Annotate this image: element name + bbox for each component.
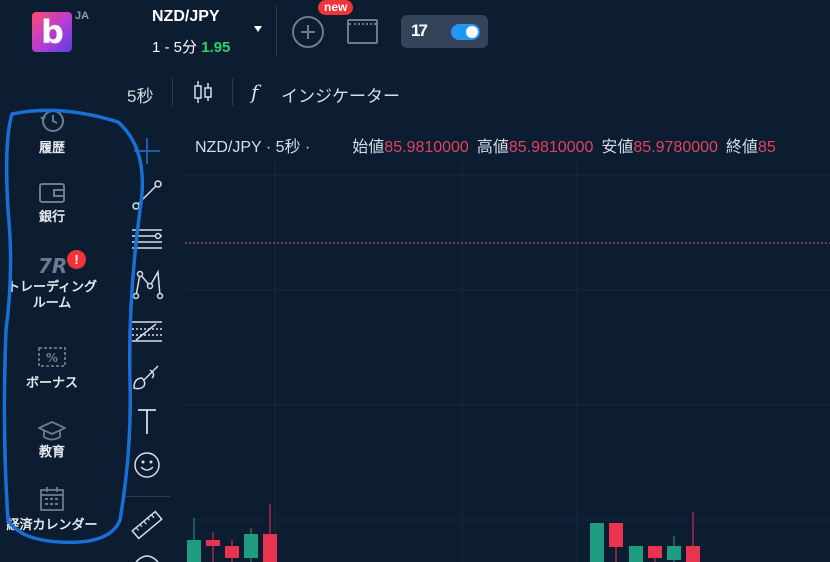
crosshair-icon[interactable] xyxy=(130,134,164,168)
candle-body xyxy=(244,534,258,558)
candle-body xyxy=(609,523,623,547)
candle-body xyxy=(667,546,681,560)
chart-legend: NZD/JPY · 5秒 · 始値85.9810000 高値85.9810000 安値… xyxy=(195,133,784,157)
legend-close-label: 終値 xyxy=(725,139,758,156)
nav-education-label: 教育 xyxy=(38,445,65,460)
candle-body xyxy=(263,534,277,562)
nav-calendar-label: 経済カレンダー xyxy=(6,518,98,533)
alert-badge: ! xyxy=(67,250,86,269)
toggle-switch[interactable] xyxy=(451,24,480,40)
tradingview-toggle[interactable]: 17 xyxy=(401,15,488,48)
graduation-cap-icon xyxy=(38,421,66,441)
divider xyxy=(232,78,233,106)
trend-line-icon[interactable] xyxy=(130,178,164,212)
chart-grid xyxy=(185,160,830,562)
candle-body xyxy=(686,546,700,562)
svg-text:7R: 7R xyxy=(38,254,66,278)
nav-trading-room[interactable]: 7R トレーディング ルーム xyxy=(0,252,104,316)
trading-room-label-text: トレーディング ルーム xyxy=(6,280,98,311)
nav-bank-label: 銀行 xyxy=(38,210,65,225)
asset-info: 1 - 5分 1.95 xyxy=(152,36,230,57)
text-icon[interactable] xyxy=(130,404,164,438)
chevron-down-icon[interactable] xyxy=(254,26,262,32)
pattern-icon[interactable] xyxy=(130,268,164,302)
horizontal-lines-icon[interactable] xyxy=(130,222,164,256)
interval-selector[interactable]: 5秒 xyxy=(127,82,153,107)
candle-body xyxy=(187,540,201,562)
nav-education[interactable]: 教育 xyxy=(0,418,104,466)
legend-open-value: 85.9810000 xyxy=(384,139,469,156)
candle-body xyxy=(225,546,239,558)
nav-history[interactable]: 履歴 xyxy=(0,108,104,160)
nav-bonus-label: ボーナス xyxy=(25,376,78,391)
nav-bank[interactable]: 銀行 xyxy=(0,180,104,228)
candle-body xyxy=(590,523,604,562)
indicators-button[interactable]: インジケーター xyxy=(281,82,400,107)
legend-close-value: 85 xyxy=(757,139,776,156)
trading-room-icon: 7R xyxy=(38,254,66,278)
legend-high-value: 85.9810000 xyxy=(508,139,594,156)
more-tools-icon[interactable] xyxy=(134,554,160,562)
candle-body xyxy=(629,546,643,562)
divider xyxy=(124,496,170,497)
timeframe-label: 1 - 5分 xyxy=(152,39,198,56)
brand-logo[interactable]: b xyxy=(32,12,72,52)
calendar-icon xyxy=(40,487,64,511)
divider xyxy=(276,6,277,56)
payout-value: 1.95 xyxy=(201,39,231,56)
candle-body xyxy=(648,546,662,558)
fib-icon[interactable] xyxy=(130,314,164,348)
trading-app: b JA NZD/JPY 1 - 5分 1.95 new 17 5秒 f インジ… xyxy=(0,0,830,562)
legend-high-label: 高値 xyxy=(476,139,509,156)
new-badge: new xyxy=(318,0,354,15)
legend-open-label: 始値 xyxy=(352,139,385,156)
language-badge[interactable]: JA xyxy=(75,10,89,22)
nav-history-label: 履歴 xyxy=(38,141,65,156)
nav-economic-calendar[interactable]: 経済カレンダー xyxy=(0,486,104,538)
chart-layout-button[interactable] xyxy=(347,19,378,44)
ruler-icon[interactable] xyxy=(130,508,164,542)
logo-letter: b xyxy=(41,13,64,51)
nav-bonus[interactable]: % ボーナス xyxy=(0,344,104,392)
candle-body xyxy=(206,540,220,546)
nav-trading-room-label: トレーディング ルーム xyxy=(0,280,104,312)
history-icon xyxy=(40,110,64,132)
legend-low-label: 安値 xyxy=(601,139,634,156)
divider xyxy=(172,78,173,106)
brush-icon[interactable] xyxy=(130,360,164,394)
bonus-ticket-icon: % xyxy=(38,347,66,367)
legend-low-value: 85.9780000 xyxy=(633,139,718,156)
legend-symbol: NZD/JPY · 5秒 · xyxy=(195,139,311,156)
candlestick-type-icon[interactable] xyxy=(193,80,213,104)
emoji-icon[interactable] xyxy=(130,448,164,482)
candles xyxy=(187,504,700,562)
wallet-icon xyxy=(39,183,65,203)
add-asset-button[interactable] xyxy=(292,16,324,48)
asset-pair-selector[interactable]: NZD/JPY xyxy=(152,8,220,26)
indicators-fx-icon[interactable]: f xyxy=(251,80,258,104)
tradingview-logo-icon: 17 xyxy=(411,21,428,40)
svg-text:%: % xyxy=(46,351,58,365)
price-chart[interactable] xyxy=(185,120,830,562)
